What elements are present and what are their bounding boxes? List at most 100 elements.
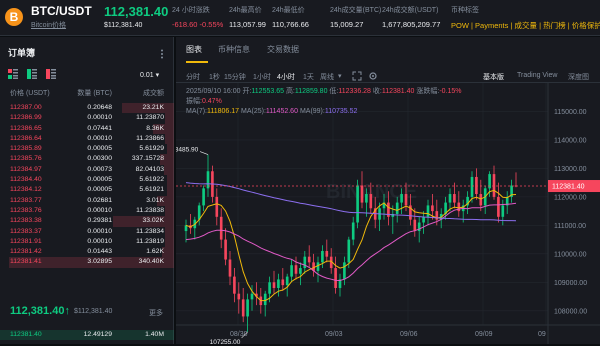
- stat-label: 24h最高价: [229, 7, 262, 14]
- tf-time-line[interactable]: 分时: [186, 72, 200, 82]
- bid-row[interactable]: 112381.40 12.49129 1.40M: [0, 330, 174, 340]
- chart-panel: 图表 币种信息 交易数据 分时 1秒 15分钟 1小时 4小时 1天 周线 ▾ …: [168, 37, 600, 346]
- ask-row[interactable]: 112386.64 0.00010 11.23866: [0, 133, 174, 145]
- candle-body: [448, 194, 452, 203]
- tf-1s[interactable]: 1秒: [209, 72, 220, 82]
- ask-amount: 0.02681: [87, 196, 112, 204]
- stat-value: 1,677,805,209.77: [382, 20, 441, 29]
- stat-label: 24h最低价: [272, 7, 305, 14]
- high-marker-label: 113485.90: [176, 147, 199, 154]
- stat-label: 24h成交量(BTC): [330, 7, 382, 14]
- ask-total: 1.62K: [146, 248, 164, 256]
- ask-row[interactable]: 112383.37 0.00010 11.23834: [0, 226, 174, 237]
- candle-body: [369, 194, 373, 209]
- ask-row[interactable]: 112386.65 0.07441 8.36K: [0, 123, 174, 134]
- ma-field: MA(25):: [241, 108, 266, 115]
- ask-amount: 0.00010: [87, 206, 112, 214]
- ask-row[interactable]: 112381.91 0.00010 11.23819: [0, 236, 174, 248]
- tf-1h[interactable]: 1小时: [253, 72, 271, 82]
- stat-label: 24h成交额(USDT): [382, 7, 439, 14]
- ask-row[interactable]: 112387.00 0.20648 23.21K: [0, 103, 174, 114]
- pair-subtitle-link[interactable]: Bitcoin价格: [31, 20, 66, 30]
- ohlc-legend: 2025/09/10 16:00 开:112553.65 高:112859.80…: [186, 86, 462, 95]
- chevron-down-icon: ▾: [155, 72, 160, 79]
- candle-body: [431, 205, 434, 212]
- pair-selector[interactable]: BTC/USDT: [31, 4, 92, 18]
- precision-dropdown[interactable]: 0.01 ▾: [140, 71, 159, 79]
- candlestick-chart[interactable]: 115000.00 114000.00 113000.00 112000.00 1110…: [168, 83, 600, 346]
- stat-3: 24h成交量(BTC) 15,009.27: [330, 5, 381, 29]
- tf-1d[interactable]: 1天: [303, 72, 314, 82]
- ask-amount: 0.00073: [87, 165, 112, 173]
- ohlc-field: 112859.80: [295, 88, 328, 95]
- ask-amount: 0.00010: [87, 227, 112, 235]
- last-price-usd: $112,381.40: [104, 22, 143, 29]
- candle-body: [246, 299, 249, 317]
- tf-week[interactable]: 周线: [320, 72, 334, 82]
- candle-body: [307, 256, 311, 263]
- mid-price: 112,381.40↑: [10, 305, 70, 317]
- ask-row[interactable]: 112384.12 0.00005 5.61921: [0, 185, 174, 196]
- tf-15m[interactable]: 15分钟: [224, 72, 246, 82]
- ask-total: 337.15728: [131, 155, 164, 163]
- candle-body: [241, 299, 245, 317]
- ask-price: 112384.12: [10, 186, 42, 194]
- orderbook-both-icon[interactable]: [8, 69, 18, 79]
- chevron-down-icon[interactable]: ▾: [338, 72, 342, 80]
- candle-body: [492, 174, 496, 197]
- ohlc-field: 112553.65: [251, 88, 284, 95]
- view-depth[interactable]: 深度图: [568, 72, 589, 82]
- ask-row[interactable]: 112386.99 0.00010 11.23870: [0, 113, 174, 124]
- candle-body: [470, 176, 474, 197]
- bitcoin-logo-icon: B: [5, 8, 23, 26]
- ask-amount: 0.00300: [87, 155, 112, 163]
- ask-price: 112383.37: [10, 227, 42, 235]
- ma-field: MA(99):: [300, 108, 325, 115]
- expand-icon[interactable]: [352, 71, 362, 81]
- ask-price: 112384.40: [10, 176, 42, 184]
- tab-coin-info[interactable]: 币种信息: [218, 44, 250, 55]
- more-icon[interactable]: [160, 49, 164, 59]
- ask-row[interactable]: 112385.76 0.00300 337.15728: [0, 154, 174, 165]
- more-link[interactable]: 更多: [149, 308, 163, 318]
- tf-4h[interactable]: 4小时: [277, 72, 295, 82]
- ask-row[interactable]: 112383.38 0.29381 33.02K: [0, 216, 174, 227]
- candle-body: [285, 276, 289, 286]
- ask-total: 23.21K: [142, 104, 164, 111]
- ask-price: 112381.42: [10, 248, 42, 256]
- ma-field: 111806.17: [207, 108, 239, 115]
- ask-row[interactable]: 112383.76 0.00010 11.23838: [0, 205, 174, 217]
- ask-total: 5.61929: [139, 145, 164, 153]
- orderbook-bids-icon[interactable]: [26, 69, 37, 79]
- ask-total: 3.01K: [146, 196, 164, 204]
- depth-bar: [165, 205, 174, 217]
- depth-bar: [165, 236, 174, 248]
- orderbook-asks-icon[interactable]: [45, 69, 56, 79]
- ask-row[interactable]: 112384.97 0.00073 82.04103: [0, 164, 174, 176]
- candle-body: [356, 185, 359, 223]
- ask-price: 112383.38: [10, 217, 42, 225]
- candle-body: [294, 265, 298, 274]
- ask-row[interactable]: 112385.89 0.00005 5.61929: [0, 144, 174, 155]
- tab-trading-data[interactable]: 交易数据: [267, 44, 299, 55]
- view-basic[interactable]: 基本版: [483, 72, 504, 82]
- x-tick-label: 09: [538, 331, 546, 338]
- candle-body: [365, 194, 368, 203]
- y-tick-label: 111000.00: [554, 223, 586, 230]
- candle-body: [202, 188, 205, 206]
- ask-row[interactable]: 112381.42 0.01443 1.62K: [0, 247, 174, 258]
- tab-chart[interactable]: 图表: [186, 44, 202, 55]
- ask-row[interactable]: 112381.41 3.02895 340.40K: [0, 257, 174, 268]
- settings-icon[interactable]: [368, 71, 378, 81]
- ask-row[interactable]: 112383.77 0.02681 3.01K: [0, 195, 174, 206]
- stat-2: 24h最低价 110,766.66: [272, 5, 309, 29]
- depth-bar: [163, 164, 174, 176]
- ask-row[interactable]: 112384.40 0.00005 5.61922: [0, 175, 174, 186]
- y-tick-label: 110000.00: [554, 251, 587, 258]
- candle-body: [501, 205, 505, 217]
- candle-body: [237, 293, 241, 300]
- stat-value[interactable]: POW | Payments | 成交量 | 热门榜 | 价格保护: [451, 20, 600, 31]
- orderbook-title: 订单簿: [8, 48, 36, 58]
- view-tradingview[interactable]: Trading View: [517, 72, 557, 79]
- amplitude-legend: 振幅:0.47%: [186, 96, 222, 105]
